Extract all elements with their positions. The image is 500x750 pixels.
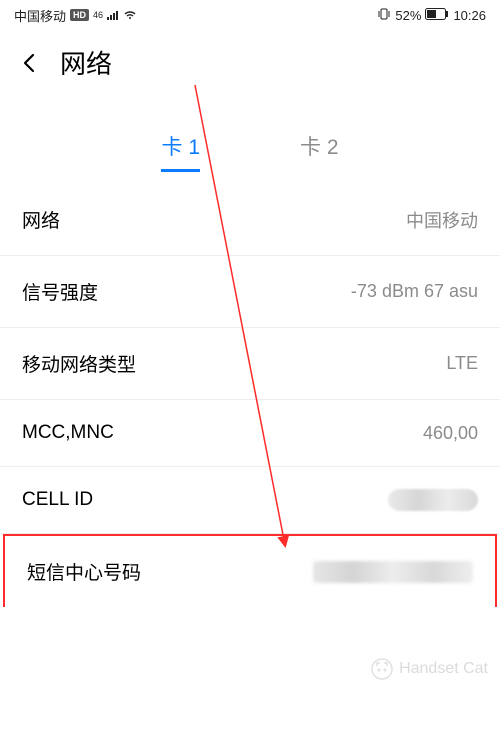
row-label: 移动网络类型 bbox=[22, 350, 136, 377]
redacted-value bbox=[313, 561, 473, 583]
network-indicator: 46 bbox=[93, 10, 103, 20]
row-label: 短信中心号码 bbox=[27, 558, 141, 585]
tab-card-1[interactable]: 卡 1 bbox=[161, 131, 200, 172]
hd-badge: HD bbox=[70, 9, 89, 21]
signal-icon bbox=[107, 8, 119, 23]
row-cell-id[interactable]: CELL ID bbox=[0, 467, 500, 534]
vibrate-icon bbox=[377, 8, 391, 23]
carrier-text: 中国移动 bbox=[14, 6, 66, 25]
sim-tabs: 卡 1 卡 2 bbox=[0, 131, 500, 172]
row-value: 460,00 bbox=[423, 423, 478, 444]
status-right: 52% 10:26 bbox=[377, 8, 486, 23]
row-sms-center[interactable]: 短信中心号码 bbox=[3, 534, 497, 607]
tab-card-2[interactable]: 卡 2 bbox=[300, 131, 339, 172]
battery-percent: 52% bbox=[395, 8, 421, 23]
row-label: MCC,MNC bbox=[22, 422, 114, 444]
row-label: 信号强度 bbox=[22, 278, 98, 305]
watermark: Handset Cat bbox=[371, 658, 488, 680]
row-network-type[interactable]: 移动网络类型 LTE bbox=[0, 328, 500, 400]
back-icon[interactable] bbox=[18, 51, 42, 75]
page-header: 网络 bbox=[0, 30, 500, 91]
redacted-value bbox=[388, 489, 478, 511]
row-label: CELL ID bbox=[22, 489, 93, 511]
watermark-icon bbox=[371, 658, 393, 680]
watermark-text: Handset Cat bbox=[399, 660, 488, 678]
row-value: LTE bbox=[446, 353, 478, 374]
row-network[interactable]: 网络 中国移动 bbox=[0, 184, 500, 256]
battery-icon bbox=[425, 8, 449, 23]
network-info-list: 网络 中国移动 信号强度 -73 dBm 67 asu 移动网络类型 LTE M… bbox=[0, 184, 500, 607]
status-left: 中国移动 HD 46 bbox=[14, 6, 137, 25]
clock-text: 10:26 bbox=[453, 8, 486, 23]
row-label: 网络 bbox=[22, 206, 60, 233]
row-mcc-mnc[interactable]: MCC,MNC 460,00 bbox=[0, 400, 500, 467]
page-title: 网络 bbox=[60, 44, 112, 81]
status-bar: 中国移动 HD 46 52% 10:26 bbox=[0, 0, 500, 30]
row-signal-strength[interactable]: 信号强度 -73 dBm 67 asu bbox=[0, 256, 500, 328]
row-value: -73 dBm 67 asu bbox=[351, 281, 478, 302]
wifi-icon bbox=[123, 8, 137, 23]
row-value: 中国移动 bbox=[406, 207, 478, 233]
